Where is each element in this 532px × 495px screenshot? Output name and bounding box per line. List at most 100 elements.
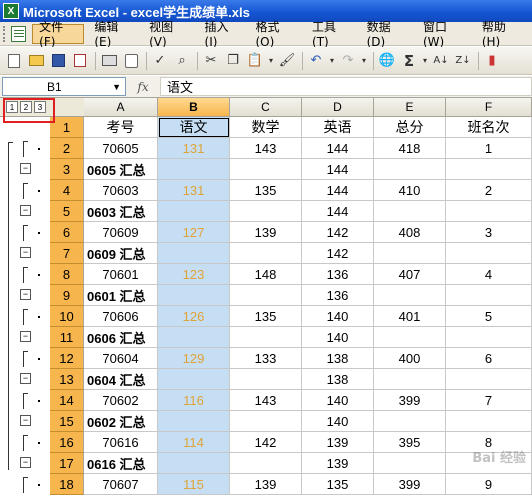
row-header[interactable]: 9 [50,285,84,306]
outline-collapse-button[interactable]: − [20,289,31,300]
redo-button[interactable]: ↷ [338,51,358,71]
sort-descending-button[interactable]: Z↓ [453,51,473,71]
cell-c1[interactable]: 数学 [230,117,302,138]
row-header[interactable]: 14 [50,390,84,411]
cell-c12[interactable]: 133 [230,348,302,369]
cell-a16[interactable]: 70616 [84,432,158,453]
paste-button[interactable]: 📋 [245,51,265,71]
format-painter-button[interactable]: 🖌 [277,51,297,71]
name-box[interactable]: B1 ▼ [2,77,126,96]
menu-data[interactable]: 数据(D) [361,20,413,49]
cell-b4[interactable]: 131 [158,180,230,201]
cell-c8[interactable]: 148 [230,264,302,285]
cell-a17[interactable]: 0616 汇总 [84,453,158,474]
cell-f14[interactable]: 7 [446,390,532,411]
cell-d6[interactable]: 142 [302,222,374,243]
cell-b14[interactable]: 116 [158,390,230,411]
cell-a5[interactable]: 0603 汇总 [84,201,158,222]
row-header[interactable]: 15 [50,411,84,432]
cell-e4[interactable]: 410 [374,180,446,201]
cell-f6[interactable]: 3 [446,222,532,243]
row-header[interactable]: 13 [50,369,84,390]
insert-function-icon[interactable]: fx [126,80,160,94]
cell-a8[interactable]: 70601 [84,264,158,285]
cell-d8[interactable]: 136 [302,264,374,285]
cell-e10[interactable]: 401 [374,306,446,327]
cell-d11[interactable]: 140 [302,327,374,348]
outline-collapse-button[interactable]: − [20,205,31,216]
menu-file[interactable]: 文件(F) [32,20,85,49]
menu-help[interactable]: 帮助(H) [476,20,528,49]
cell-d16[interactable]: 139 [302,432,374,453]
save-button[interactable] [48,51,68,71]
cell-f13[interactable] [446,369,532,390]
cell-e8[interactable]: 407 [374,264,446,285]
column-header-a[interactable]: A [84,98,158,117]
cell-f1[interactable]: 班名次 [446,117,532,138]
new-document-button[interactable] [4,51,24,71]
cell-c14[interactable]: 143 [230,390,302,411]
row-header[interactable]: 4 [50,180,84,201]
menu-tools[interactable]: 工具(T) [306,20,357,49]
outline-collapse-button[interactable]: − [20,163,31,174]
row-header[interactable]: 5 [50,201,84,222]
menu-view[interactable]: 视图(V) [143,20,194,49]
cell-b9[interactable] [158,285,230,306]
cell-e3[interactable] [374,159,446,180]
cell-e5[interactable] [374,201,446,222]
cell-d12[interactable]: 138 [302,348,374,369]
row-header[interactable]: 7 [50,243,84,264]
cell-d15[interactable]: 140 [302,411,374,432]
research-button[interactable]: ⌕ [172,51,192,71]
cell-a14[interactable]: 70602 [84,390,158,411]
autosum-dropdown[interactable]: ▾ [421,51,429,71]
cell-e11[interactable] [374,327,446,348]
cell-b12[interactable]: 129 [158,348,230,369]
cell-c10[interactable]: 135 [230,306,302,327]
undo-button[interactable]: ↶ [306,51,326,71]
column-header-c[interactable]: C [230,98,302,117]
cell-a9[interactable]: 0601 汇总 [84,285,158,306]
cell-a10[interactable]: 70606 [84,306,158,327]
formula-input[interactable]: 语文 [160,77,532,96]
cell-d10[interactable]: 140 [302,306,374,327]
cell-c7[interactable] [230,243,302,264]
cell-a18[interactable]: 70607 [84,474,158,495]
cell-b16[interactable]: 114 [158,432,230,453]
cell-c18[interactable]: 139 [230,474,302,495]
cell-d4[interactable]: 144 [302,180,374,201]
cell-e14[interactable]: 399 [374,390,446,411]
workbook-icon[interactable] [10,25,27,42]
cell-e16[interactable]: 395 [374,432,446,453]
cell-f7[interactable] [446,243,532,264]
spelling-button[interactable]: ✓ [150,51,170,71]
cell-d7[interactable]: 142 [302,243,374,264]
cell-e1[interactable]: 总分 [374,117,446,138]
row-header[interactable]: 16 [50,432,84,453]
cell-b15[interactable] [158,411,230,432]
hyperlink-button[interactable]: 🌐 [377,51,397,71]
paste-dropdown[interactable]: ▾ [267,51,275,71]
chart-wizard-button[interactable]: ▮ [482,51,502,71]
cell-e15[interactable] [374,411,446,432]
row-header[interactable]: 1 [50,117,84,138]
cell-a1[interactable]: 考号 [84,117,158,138]
cell-f8[interactable]: 4 [446,264,532,285]
undo-dropdown[interactable]: ▾ [328,51,336,71]
cell-e2[interactable]: 418 [374,138,446,159]
cell-f5[interactable] [446,201,532,222]
cell-a15[interactable]: 0602 汇总 [84,411,158,432]
cell-c13[interactable] [230,369,302,390]
menu-edit[interactable]: 编辑(E) [88,20,139,49]
open-button[interactable] [26,51,46,71]
cell-d13[interactable]: 138 [302,369,374,390]
cell-d9[interactable]: 136 [302,285,374,306]
cell-b7[interactable] [158,243,230,264]
cell-a4[interactable]: 70603 [84,180,158,201]
cell-b5[interactable] [158,201,230,222]
cell-e17[interactable] [374,453,446,474]
print-button[interactable] [99,51,119,71]
cell-b8[interactable]: 123 [158,264,230,285]
row-header[interactable]: 10 [50,306,84,327]
cell-c17[interactable] [230,453,302,474]
